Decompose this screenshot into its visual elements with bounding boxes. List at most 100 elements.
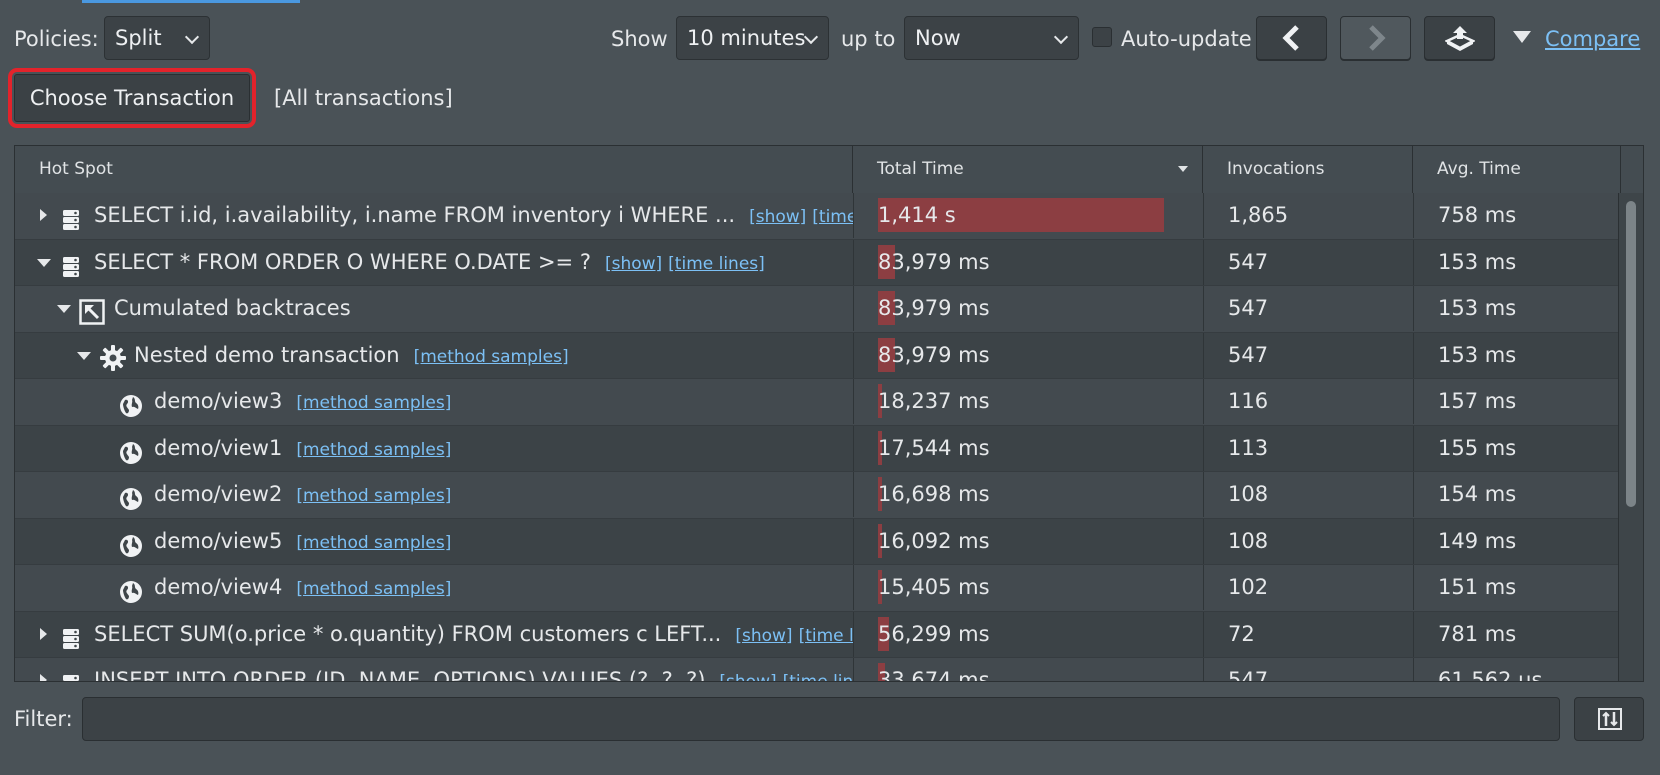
- hot-spot-label: SELECT * FROM ORDER O WHERE O.DATE >= ?: [94, 249, 591, 274]
- method-samples-link[interactable]: [method samples]: [296, 486, 451, 506]
- hot-spot-label: demo/view4: [154, 575, 283, 599]
- hot-spot-cell: SELECT SUM(o.price * o.quantity) FROM cu…: [15, 612, 853, 657]
- method-samples-link[interactable]: [method samples]: [296, 393, 451, 413]
- table-row[interactable]: SELECT i.id, i.availability, i.name FROM…: [15, 193, 1621, 240]
- auto-update-checkbox[interactable]: [1092, 27, 1112, 47]
- policies-select[interactable]: Split: [104, 16, 210, 60]
- invocations-cell: 108: [1203, 518, 1413, 564]
- hot-spot-label: demo/view5: [154, 528, 283, 553]
- column-header-avg-time[interactable]: Avg. Time: [1413, 146, 1621, 193]
- show-link[interactable]: [show]: [735, 626, 792, 646]
- collapse-toggle-icon[interactable]: [37, 240, 51, 285]
- table-row[interactable]: demo/view2 [method samples] 16,698 ms 108 15…: [15, 472, 1621, 519]
- method-samples-link[interactable]: [method samples]: [296, 579, 451, 599]
- table-header: Hot Spot Total Time Invocations Avg. Tim…: [15, 146, 1643, 194]
- upto-select[interactable]: Now: [904, 16, 1079, 60]
- avg-time-cell: 781 ms: [1413, 611, 1621, 657]
- upto-label: up to: [841, 27, 896, 51]
- collapse-toggle-icon[interactable]: [77, 333, 91, 378]
- total-time-value: 83,979 ms: [878, 296, 990, 320]
- table-row[interactable]: demo/view1 [method samples] 17,544 ms 113 15…: [15, 425, 1621, 472]
- chevron-down-icon: [803, 29, 819, 45]
- show-link[interactable]: [show]: [605, 254, 662, 274]
- hot-spot-label: INSERT INTO ORDER (ID, NAME, OPTIONS) VA…: [94, 668, 706, 682]
- hot-spot-label: SELECT SUM(o.price * o.quantity) FROM cu…: [94, 621, 722, 646]
- hot-spot-cell: INSERT INTO ORDER (ID, NAME, OPTIONS) VA…: [15, 658, 853, 682]
- show-label: Show: [611, 27, 668, 51]
- invocations-cell: 116: [1203, 379, 1413, 424]
- vertical-scrollbar[interactable]: [1618, 193, 1643, 681]
- next-button[interactable]: [1340, 16, 1411, 60]
- invocations-cell: 102: [1203, 565, 1413, 610]
- filter-input[interactable]: [82, 697, 1560, 741]
- invocations-cell: 547: [1203, 658, 1413, 681]
- compare-dropdown-icon[interactable]: [1512, 29, 1532, 45]
- table-row[interactable]: demo/view3 [method samples] 18,237 ms 116 15…: [15, 379, 1621, 426]
- column-header-total-time[interactable]: Total Time: [853, 146, 1203, 193]
- hot-spot-cell: demo/view5 [method samples]: [15, 519, 853, 564]
- time-lines-link[interactable]: [time lines]: [783, 672, 853, 681]
- database-icon: [59, 622, 83, 649]
- show-link[interactable]: [show]: [749, 207, 806, 227]
- table-row[interactable]: SELECT * FROM ORDER O WHERE O.DATE >= ? […: [15, 239, 1621, 286]
- table-row[interactable]: Nested demo transaction [method samples] 8…: [15, 332, 1621, 379]
- total-time-cell: 83,979 ms: [853, 239, 1203, 285]
- table-body: SELECT i.id, i.availability, i.name FROM…: [15, 193, 1621, 682]
- database-icon: [59, 203, 83, 230]
- table-row[interactable]: SELECT SUM(o.price * o.quantity) FROM cu…: [15, 611, 1621, 658]
- avg-time-cell: 153 ms: [1413, 239, 1621, 285]
- backtrace-icon: [79, 296, 105, 325]
- time-lines-link[interactable]: [time lines]: [668, 254, 765, 274]
- globe-icon: [119, 482, 143, 510]
- time-range-select[interactable]: 10 minutes: [676, 16, 829, 60]
- database-icon: [59, 250, 83, 277]
- hot-spot-label: demo/view1: [154, 435, 283, 460]
- hot-spot-cell: SELECT * FROM ORDER O WHERE O.DATE >= ? […: [15, 240, 853, 285]
- total-time-value: 15,405 ms: [878, 575, 990, 599]
- choose-transaction-button[interactable]: Choose Transaction: [8, 68, 256, 128]
- upto-value: Now: [915, 26, 961, 50]
- total-time-value: 17,544 ms: [878, 435, 990, 460]
- invocations-cell: 113: [1203, 425, 1413, 471]
- compare-link[interactable]: Compare: [1545, 16, 1640, 62]
- method-samples-link[interactable]: [method samples]: [296, 440, 451, 460]
- scrollbar-thumb[interactable]: [1626, 201, 1636, 507]
- table-row[interactable]: demo/view4 [method samples] 15,405 ms 102 15…: [15, 565, 1621, 612]
- time-lines-link[interactable]: [time lines]: [812, 207, 853, 227]
- filter-options-button[interactable]: [1574, 697, 1644, 741]
- invocations-cell: 547: [1203, 239, 1413, 285]
- hot-spot-label: Cumulated backtraces: [114, 296, 351, 320]
- hot-spot-cell: demo/view1 [method samples]: [15, 426, 853, 471]
- globe-icon: [119, 575, 143, 603]
- expand-toggle-icon[interactable]: [37, 658, 51, 681]
- globe-icon: [119, 436, 143, 464]
- table-row[interactable]: INSERT INTO ORDER (ID, NAME, OPTIONS) VA…: [15, 658, 1621, 682]
- table-row[interactable]: Cumulated backtraces 83,979 ms 547 153 ms: [15, 286, 1621, 333]
- hot-spot-label: Nested demo transaction: [134, 342, 400, 367]
- column-header-hot-spot[interactable]: Hot Spot: [15, 146, 853, 193]
- avg-time-cell: 151 ms: [1413, 565, 1621, 610]
- collapse-toggle-icon[interactable]: [57, 286, 71, 331]
- column-header-invocations[interactable]: Invocations: [1203, 146, 1413, 193]
- total-time-value: 33,674 ms: [878, 668, 990, 682]
- total-time-cell: 83,979 ms: [853, 332, 1203, 378]
- hot-spot-cell: demo/view4 [method samples]: [15, 565, 853, 610]
- expand-toggle-icon[interactable]: [37, 193, 51, 238]
- total-time-value: 18,237 ms: [878, 389, 990, 413]
- method-samples-link[interactable]: [method samples]: [296, 533, 451, 553]
- total-time-cell: 33,674 ms: [853, 658, 1203, 682]
- filter-settings-icon: [1598, 708, 1622, 730]
- export-button[interactable]: [1424, 16, 1495, 60]
- toolbar: Policies: Split Show 10 minutes up to No…: [0, 16, 1660, 62]
- expand-toggle-icon[interactable]: [37, 612, 51, 657]
- hot-spot-label: SELECT i.id, i.availability, i.name FROM…: [94, 203, 736, 227]
- table-row[interactable]: demo/view5 [method samples] 16,092 ms 108 14…: [15, 518, 1621, 565]
- total-time-cell: 18,237 ms: [853, 379, 1203, 424]
- globe-icon: [119, 389, 143, 417]
- show-link[interactable]: [show]: [719, 672, 776, 681]
- total-time-value: 16,698 ms: [878, 482, 990, 506]
- previous-button[interactable]: [1256, 16, 1327, 60]
- method-samples-link[interactable]: [method samples]: [414, 347, 569, 367]
- time-lines-link[interactable]: [time lines]: [799, 626, 853, 646]
- avg-time-cell: 155 ms: [1413, 425, 1621, 471]
